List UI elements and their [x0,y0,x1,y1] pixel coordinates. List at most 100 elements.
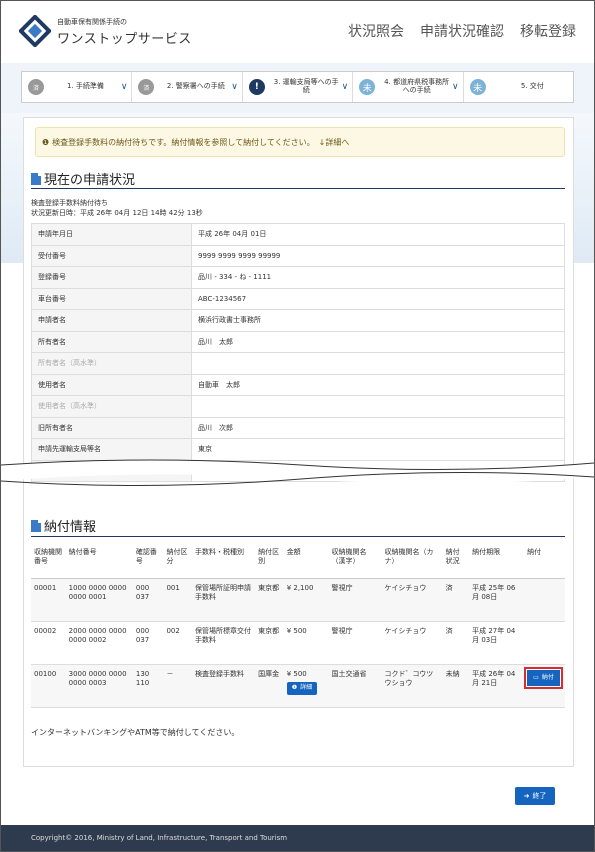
footer: Copyright© 2016, Ministry of Land, Infra… [1,825,594,851]
status-title-text: 現在の申請状況 [44,173,136,188]
pay-button-label: 納付 [541,673,554,681]
step-label: 4. 都道府県税事務所への手続 [384,78,450,94]
payment-column-header: 収納機関名（漢字） [328,544,382,579]
status-key: 登録番号 [31,266,192,289]
status-key: 所有者名（高水準） [31,352,192,375]
status-key: 受付番号 [31,244,192,267]
step-2[interactable]: 済 2. 警察署への手続 ∨ [132,72,243,102]
status-value: 品川 太郎 [191,330,565,353]
payment-cell-kubun: 001 [163,578,192,622]
payment-row: 00100 3000 0000 0000 0000 0003 130 110 －検査登… [31,664,565,708]
status-value: 横浜行政書士事務所 [191,309,565,332]
step-label: 1. 手続準備 [66,82,104,91]
payment-column-header: 納付区別 [255,544,284,579]
nav-transfer-registration[interactable]: 移転登録 [520,21,576,41]
end-button[interactable]: ➜ 終了 [515,787,555,805]
chevron-down-icon: ∨ [341,82,349,92]
payment-divider [31,536,565,537]
chevron-down-icon: ∨ [452,82,459,92]
status-row: 受付番号 9999 9999 9999 99999 [31,244,565,267]
status-key: 旧所有者名 [31,416,192,439]
status-section-title: 現在の申請状況 [31,169,135,188]
status-key: 使用者名 [31,373,192,396]
payment-cell-kubun: － [163,664,192,708]
amount-value: ¥ 2,100 [286,583,314,592]
status-state: 検査登録手数料納付待ち [31,199,108,207]
step-4[interactable]: 未 4. 都道府県税事務所への手続 ∨ [353,72,464,102]
status-row: 所有者名 品川 太郎 [31,330,565,353]
payment-cell-due: 平成 25年 06月 08日 [469,578,525,622]
status-row: 申請年月日 平成 26年 04月 01日 [31,223,565,246]
payment-cell-status: 済 [442,621,470,665]
step-label: 5. 交付 [520,82,544,91]
status-key: 申請年月日 [31,223,192,246]
payment-cell-conf: 000 037 [132,578,164,622]
detail-button-label: 詳細 [300,684,313,692]
payment-column-header: 収納機関名（カナ） [381,544,443,579]
status-row: 使用者名 自動車 太郎 [31,373,565,396]
copyright-text: Copyright© 2016, Ministry of Land, Infra… [31,834,288,842]
chevron-down-icon: ∨ [231,82,238,92]
payment-table: 収納機関番号 納付番号 確認番号 納付区分 手数料・税種別 納付区別 金額 収納機関名（漢字）… [31,544,565,708]
document-icon [31,172,41,185]
payment-cell-amount: ¥ 2,100 [283,578,329,622]
arrow-down-icon: ↓ [318,137,326,147]
payment-cell-num: 1000 0000 0000 0000 0001 [65,578,133,622]
page-frame: 自動車保有関係手続の ワンストップサービス 状況照会 申請状況確認 移転登録 済… [0,0,595,852]
payment-title-text: 納付情報 [44,520,97,535]
nav-application-status[interactable]: 申請状況確認 [420,21,504,41]
exit-icon: ➜ [523,792,530,800]
pay-button[interactable]: ▭ 納付 [524,666,563,689]
top-nav: 状況照会 申請状況確認 移転登録 [348,21,576,41]
payment-row: 00002 2000 0000 0000 0000 0002 000 037 002 保… [31,621,565,665]
payment-cell-num: 2000 0000 0000 0000 0002 [65,621,133,665]
document-icon [31,519,41,532]
payment-cell-kanji: 国土交通省 [328,664,382,708]
status-updated: 状況更新日時：平成 26年 04月 12日 14時 42分 13秒 [31,209,203,217]
payment-cell-dest: 国庫金 [255,664,284,708]
payment-cell-pay: ▭ 納付 [524,664,565,708]
payment-cell-dest: 東京都 [255,578,284,622]
detail-link[interactable]: 詳細へ [325,137,349,148]
card-icon: ▭ [533,673,539,681]
status-value: 品川 - 334 - ね - 1111 [191,266,565,289]
payment-row: 00001 1000 0000 0000 0000 0001 000 037 001 保… [31,578,565,622]
payment-note: インターネットバンキングやATM等で納付してください。 [31,728,240,737]
page-break-divider [1,459,594,487]
done-icon: 済 [138,79,155,95]
status-row: 申請者名 横浜行政書士事務所 [31,309,565,332]
payment-cell-due: 平成 26年 04月 21日 [469,664,525,708]
chevron-down-icon: ∨ [120,82,128,92]
status-row: 所有者名（高水準） [31,352,565,375]
payment-cell-inst: 00002 [31,621,66,665]
progress-steps: 済 1. 手続準備 ∨ 済 2. 警察署への手続 ∨ ! 3. 運輸支局等への手… [21,71,574,103]
step-5[interactable]: 未 5. 交付 [464,72,573,102]
payment-cell-kana: コクド゛コウツウショウ [381,664,443,708]
detail-button[interactable]: ❶ 詳細 [286,682,318,695]
payment-cell-inst: 00100 [31,664,66,708]
done-icon: 済 [28,79,44,95]
status-value: ABC-1234567 [191,287,565,310]
status-value [191,352,565,375]
alert-icon: ! [248,79,265,95]
step-label: 3. 運輸支局等への手続 [273,78,339,94]
payment-cell-kana: ケイシチョウ [381,621,443,665]
payment-cell-pay [524,578,565,622]
payment-cell-kana: ケイシチョウ [381,578,443,622]
header: 自動車保有関係手続の ワンストップサービス 状況照会 申請状況確認 移転登録 [1,1,594,63]
payment-column-header: 手数料・税種別 [191,544,256,579]
payment-column-header: 納付 [524,544,565,579]
step-3[interactable]: ! 3. 運輸支局等への手続 ∨ [243,72,354,102]
alert-text: 検査登録手数料の納付待ちです。納付情報を参照して納付してください。 [52,137,315,147]
payment-cell-amount: ¥ 500 [283,621,329,665]
payment-column-header: 納付状況 [442,544,470,579]
amount-value: ¥ 500 [286,669,307,678]
payment-column-header: 納付番号 [65,544,133,579]
status-key: 車台番号 [31,287,192,310]
step-1[interactable]: 済 1. 手続準備 ∨ [22,72,133,102]
payment-cell-pay [524,621,565,665]
payment-cell-kind: 保管場所標章交付手数料 [191,621,256,665]
status-row: 登録番号 品川 - 334 - ね - 1111 [31,266,565,289]
payment-cell-status: 未納 [442,664,470,708]
nav-status-inquiry[interactable]: 状況照会 [348,21,404,41]
